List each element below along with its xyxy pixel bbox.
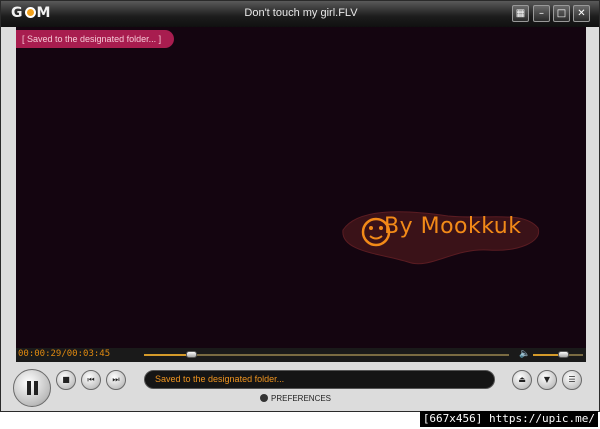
preferences-link[interactable]: PREFERENCES bbox=[260, 394, 331, 403]
gom-logo[interactable]: GM bbox=[11, 5, 51, 21]
volume-handle[interactable] bbox=[558, 351, 569, 358]
maximize-icon[interactable]: □ bbox=[553, 5, 570, 22]
preferences-label: PREFERENCES bbox=[271, 394, 332, 403]
window-title: Don't touch my girl.FLV bbox=[244, 7, 358, 19]
player-window: GM Don't touch my girl.FLV ▦ – □ ✕ [ Sav… bbox=[0, 0, 600, 412]
prev-button[interactable]: ⏮ bbox=[81, 370, 101, 390]
pause-button[interactable] bbox=[13, 369, 51, 407]
next-button[interactable]: ⏭ bbox=[106, 370, 126, 390]
seek-bar[interactable] bbox=[144, 351, 509, 358]
video-area[interactable]: [ Saved to the designated folder... ] By… bbox=[16, 27, 586, 348]
chevron-down-icon: ▼ bbox=[543, 375, 551, 384]
eject-icon: ⏏ bbox=[518, 375, 526, 384]
pause-icon bbox=[27, 381, 31, 395]
seek-progress bbox=[144, 354, 192, 356]
seek-handle[interactable] bbox=[186, 351, 198, 358]
prev-icon: ⏮ bbox=[87, 375, 95, 384]
seek-row: 00:00:29/00:03:45 🔈 bbox=[16, 348, 586, 362]
menu-icon: ☰ bbox=[568, 375, 576, 384]
upload-watermark: [667x456] https://upic.me/ bbox=[419, 411, 598, 427]
status-display: Saved to the designated folder... bbox=[144, 370, 495, 389]
osd-message: [ Saved to the designated folder... ] bbox=[16, 30, 174, 48]
title-bar[interactable]: GM Don't touch my girl.FLV ▦ – □ ✕ bbox=[1, 1, 599, 27]
time-display: 00:00:29/00:03:45 bbox=[18, 349, 111, 359]
preferences-icon bbox=[260, 394, 268, 402]
minimize-icon[interactable]: – bbox=[533, 5, 550, 22]
volume-slider[interactable] bbox=[533, 351, 583, 358]
menu-button[interactable]: ☰ bbox=[562, 370, 582, 390]
playlist-button[interactable]: ▼ bbox=[537, 370, 557, 390]
speaker-icon[interactable]: 🔈 bbox=[519, 349, 530, 359]
stop-button[interactable]: ■ bbox=[56, 370, 76, 390]
watermark-text: By Mookkuk bbox=[384, 214, 522, 239]
skin-icon[interactable]: ▦ bbox=[512, 5, 529, 22]
stop-icon: ■ bbox=[62, 375, 70, 384]
next-icon: ⏭ bbox=[112, 375, 120, 384]
eject-button[interactable]: ⏏ bbox=[512, 370, 532, 390]
close-icon[interactable]: ✕ bbox=[573, 5, 590, 22]
